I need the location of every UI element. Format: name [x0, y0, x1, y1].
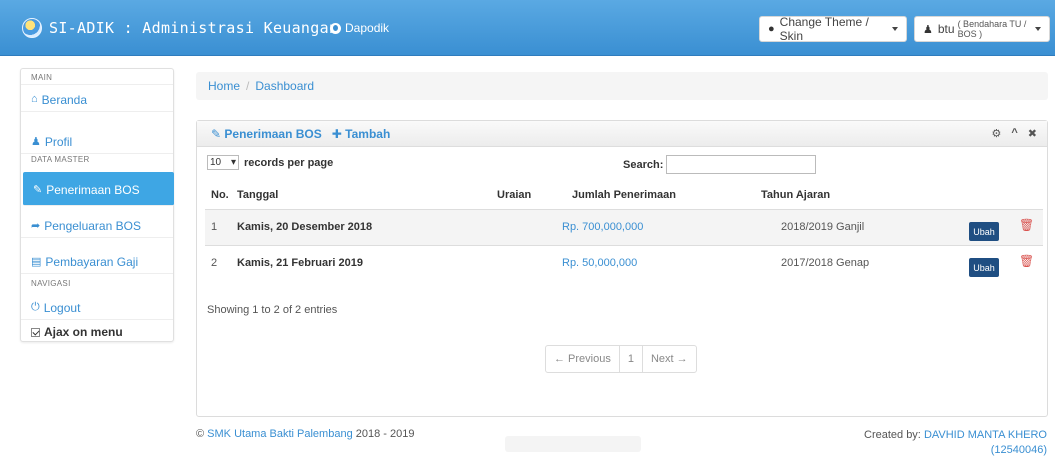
dapodik-label: Dapodik: [345, 21, 390, 35]
drop-icon: ●: [768, 23, 775, 35]
sidebar-item-pengeluaran[interactable]: ➦ Pengeluaran BOS: [21, 211, 173, 238]
sidebar-item-label: Profil: [44, 135, 73, 149]
sidebar-item-profil[interactable]: ♟ Profil: [21, 127, 173, 154]
trash-icon[interactable]: 🗑: [1019, 218, 1034, 232]
panel-tools: ⚙ ^ ✖: [991, 127, 1037, 140]
add-label: Tambah: [345, 127, 391, 141]
brand[interactable]: SI-ADIK : Administrasi Keuangan: [22, 18, 338, 38]
globe-icon: [330, 22, 341, 34]
author-nim: (12540046): [990, 444, 1047, 456]
ajax-menu-label: Ajax on menu: [44, 325, 123, 339]
search-input[interactable]: [666, 155, 817, 174]
power-icon: ⏻: [31, 301, 40, 313]
list-icon: ▤: [31, 256, 42, 268]
app-logo-icon: [22, 18, 42, 38]
top-navbar: SI-ADIK : Administrasi Keuangan Dapodik …: [0, 0, 1055, 56]
edit-icon: ✎: [211, 127, 225, 141]
brand-title: SI-ADIK : Administrasi Keuangan: [49, 19, 339, 37]
edit-icon: ✎: [33, 184, 43, 196]
sidebar-section-master: DATA MASTER: [31, 155, 90, 164]
footer-years: 2018 - 2019: [355, 428, 415, 440]
plus-icon: ✚: [331, 127, 346, 141]
add-button[interactable]: ✚ Tambah: [332, 127, 391, 146]
cell-no: 2: [211, 257, 218, 269]
table-header: No. Tanggal Uraian Jumlah Penerimaan Tah…: [205, 189, 1043, 209]
user-icon: ♟: [923, 23, 933, 36]
panel-title: Penerimaan BOS: [224, 127, 322, 141]
col-jumlah[interactable]: Jumlah Penerimaan: [572, 189, 676, 201]
author-link[interactable]: DAVHID MANTA KHERO: [924, 429, 1047, 441]
footer-copyright: © SMK Utama Bakti Palembang 2018 - 2019: [196, 428, 414, 440]
breadcrumb-separator: /: [246, 79, 250, 93]
settings-icon[interactable]: ⚙: [991, 127, 1001, 140]
change-theme-button[interactable]: ● Change Theme / Skin: [759, 15, 907, 43]
share-icon: ➦: [31, 220, 41, 232]
ajax-menu-checkbox[interactable]: Ajax on menu: [31, 325, 123, 339]
user-role: ( Bendahara TU / BOS ): [957, 19, 1027, 39]
breadcrumb-current[interactable]: Dashboard: [255, 79, 314, 93]
panel-header: ✎ Penerimaan BOS ✚ Tambah: [197, 121, 1047, 147]
table-row: 2 Kamis, 21 Februari 2019 Rp. 50,000,000…: [205, 245, 1043, 281]
search-label: Search:: [623, 158, 664, 171]
pagination-previous[interactable]: ← Previous: [546, 346, 620, 372]
copyright-symbol: ©: [196, 428, 205, 440]
col-no[interactable]: No.: [211, 189, 229, 201]
pagination: ← Previous 1 Next →: [545, 345, 697, 373]
caret-down-icon: [1035, 27, 1041, 31]
table-info: Showing 1 to 2 of 2 entries: [207, 304, 338, 316]
records-select[interactable]: 10 ▾: [207, 155, 239, 170]
records-label: records per page: [244, 156, 334, 169]
cell-tanggal: Kamis, 20 Desember 2018: [237, 221, 373, 233]
ghost-overlay: [505, 436, 641, 452]
user-menu-button[interactable]: ♟ btu ( Bendahara TU / BOS ): [914, 16, 1050, 42]
collapse-icon[interactable]: ^: [1011, 127, 1017, 140]
user-icon: ♟: [31, 136, 41, 148]
cell-jumlah: Rp. 700,000,000: [562, 221, 644, 233]
sidebar-item-penerimaan[interactable]: ✎ Penerimaan BOS: [23, 172, 174, 206]
sidebar-item-label: Pembayaran Gaji: [45, 255, 139, 269]
home-icon: ⌂: [31, 93, 38, 105]
sidebar-item-logout[interactable]: ⏻ Logout: [21, 293, 173, 320]
sidebar-item-label: Logout: [43, 301, 81, 315]
school-link[interactable]: SMK Utama Bakti Palembang: [207, 428, 353, 440]
sidebar: MAIN ⌂ Beranda ♟ Profil DATA MASTER ✎ Pe…: [20, 68, 174, 342]
pagination-next[interactable]: Next →: [643, 346, 696, 372]
sidebar-item-label: Pengeluaran BOS: [44, 219, 141, 233]
select-arrow-icon: ▾: [230, 157, 236, 168]
search-area: Search:: [623, 155, 817, 174]
theme-label: Change Theme / Skin: [779, 15, 869, 43]
trash-icon[interactable]: 🗑: [1019, 254, 1034, 268]
user-name: btu: [937, 22, 955, 36]
penerimaan-panel: ✎ Penerimaan BOS ✚ Tambah ⚙ ^ ✖ 10 ▾ rec…: [196, 120, 1048, 417]
breadcrumb: Home / Dashboard: [196, 72, 1048, 100]
sidebar-item-beranda[interactable]: ⌂ Beranda: [21, 85, 173, 112]
col-uraian[interactable]: Uraian: [497, 189, 531, 201]
col-tahun[interactable]: Tahun Ajaran: [761, 189, 830, 201]
sidebar-section-navigasi: NAVIGASI: [31, 279, 71, 288]
created-by-label: Created by:: [864, 429, 921, 441]
checkbox-checked-icon: [31, 327, 40, 337]
ubah-button[interactable]: Ubah: [969, 222, 999, 241]
cell-tahun: 2017/2018 Genap: [781, 257, 870, 269]
dapodik-link[interactable]: Dapodik: [330, 21, 389, 35]
sidebar-item-label: Beranda: [41, 93, 88, 107]
close-icon[interactable]: ✖: [1028, 127, 1037, 140]
sidebar-section-main: MAIN: [21, 69, 173, 85]
ubah-button[interactable]: Ubah: [969, 258, 999, 277]
col-tanggal[interactable]: Tanggal: [237, 189, 278, 201]
cell-tanggal: Kamis, 21 Februari 2019: [237, 257, 363, 269]
cell-tahun: 2018/2019 Ganjil: [781, 221, 865, 233]
records-per-page: 10 ▾ records per page: [207, 155, 333, 170]
caret-down-icon: [892, 27, 898, 31]
records-value: 10: [210, 157, 222, 168]
footer-credits: Created by: DAVHID MANTA KHERO (12540046…: [864, 428, 1047, 456]
table-row: 1 Kamis, 20 Desember 2018 Rp. 700,000,00…: [205, 209, 1043, 245]
sidebar-item-label: Penerimaan BOS: [46, 183, 140, 197]
cell-no: 1: [211, 221, 218, 233]
pagination-page[interactable]: 1: [620, 346, 643, 372]
cell-jumlah: Rp. 50,000,000: [562, 257, 638, 269]
sidebar-item-pembayaran[interactable]: ▤ Pembayaran Gaji: [21, 247, 173, 274]
breadcrumb-home[interactable]: Home: [208, 79, 240, 93]
